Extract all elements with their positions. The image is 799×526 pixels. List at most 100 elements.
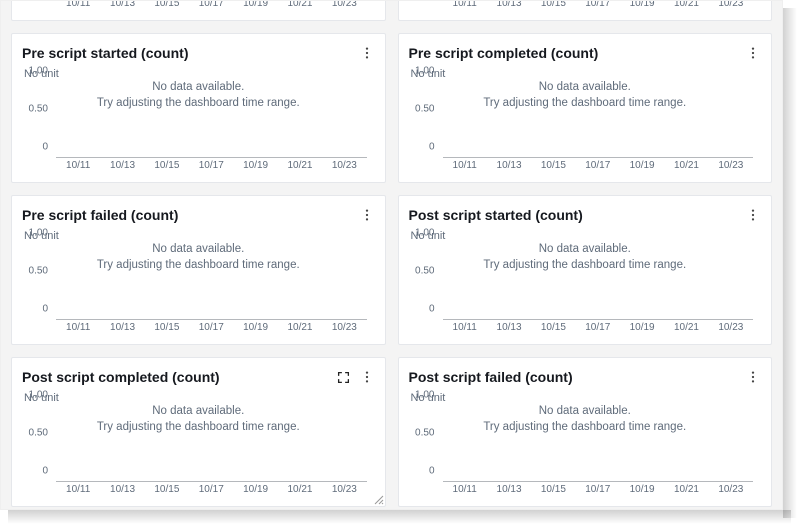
panel-header: Post script completed (count) (22, 366, 375, 388)
y-axis: 00.501.00 (22, 244, 52, 320)
x-tick: 10/19 (620, 160, 664, 176)
x-tick: 10/23 (709, 0, 753, 14)
dashboard-grid: No unitNo data available.Try adjusting t… (11, 0, 772, 510)
expand-icon[interactable] (337, 370, 351, 384)
unit-label: No unit (411, 230, 762, 242)
x-tick: 10/11 (443, 322, 487, 338)
x-tick: 10/17 (576, 160, 620, 176)
x-tick: 10/21 (664, 322, 708, 338)
resize-handle-icon[interactable] (372, 493, 384, 505)
y-tick: 1.00 (415, 390, 434, 401)
x-axis-line (56, 157, 367, 158)
panel-actions (745, 45, 761, 61)
chart-area: 00.501.0010/1110/1310/1510/1710/1910/211… (409, 406, 762, 500)
y-axis: 00.501.00 (22, 82, 52, 158)
x-axis: 10/1110/1310/1510/1710/1910/2110/23 (56, 160, 367, 176)
kebab-menu-icon[interactable] (745, 45, 761, 61)
y-tick: 0 (42, 142, 48, 153)
x-tick: 10/15 (145, 0, 189, 14)
x-tick: 10/11 (56, 0, 100, 14)
panel-header: Pre script completed (count) (409, 42, 762, 64)
panel-header: Pre script failed (count) (22, 204, 375, 226)
x-tick: 10/23 (322, 484, 366, 500)
panel-actions (337, 369, 375, 385)
y-tick: 0 (42, 304, 48, 315)
dashboard-container: No unitNo data available.Try adjusting t… (0, 0, 783, 510)
kebab-menu-icon[interactable] (359, 369, 375, 385)
x-tick: 10/13 (100, 484, 144, 500)
y-tick: 1.00 (415, 66, 434, 77)
x-axis: 10/1110/1310/1510/1710/1910/2110/23 (443, 484, 754, 500)
kebab-menu-icon[interactable] (745, 369, 761, 385)
x-tick: 10/11 (443, 0, 487, 14)
x-tick: 10/13 (487, 484, 531, 500)
chart-panel-pre-completed: Pre script completed (count)No unitNo da… (398, 33, 773, 183)
chart-panel-post-failed: Post script failed (count)No unitNo data… (398, 357, 773, 507)
x-tick: 10/17 (576, 0, 620, 14)
x-tick: 10/23 (709, 160, 753, 176)
x-axis-line (56, 481, 367, 482)
chart-area: 00.501.0010/1110/1310/1510/1710/1910/211… (22, 406, 375, 500)
chart-area: 00.501.0010/1110/1310/1510/1710/1910/211… (22, 244, 375, 338)
x-tick: 10/17 (576, 484, 620, 500)
x-axis-line (56, 319, 367, 320)
unit-label: No unit (24, 230, 375, 242)
x-tick: 10/23 (322, 160, 366, 176)
chart-panel-post-started: Post script started (count)No unitNo dat… (398, 195, 773, 345)
chart-area: 010/1110/1310/1510/1710/1910/2110/23 (22, 0, 375, 14)
chart-panel-pre-started: Pre script started (count)No unitNo data… (11, 33, 386, 183)
x-tick: 10/11 (56, 322, 100, 338)
chart-area: 00.501.0010/1110/1310/1510/1710/1910/211… (409, 244, 762, 338)
x-tick: 10/15 (531, 0, 575, 14)
x-axis-line (443, 481, 754, 482)
y-tick: 0.50 (415, 266, 434, 277)
x-axis-line (443, 319, 754, 320)
panel-title: Pre script started (count) (22, 45, 188, 61)
kebab-menu-icon[interactable] (745, 207, 761, 223)
chart-panel-partial-left: No unitNo data available.Try adjusting t… (11, 0, 386, 21)
x-tick: 10/23 (322, 322, 366, 338)
x-tick: 10/23 (322, 0, 366, 14)
x-tick: 10/13 (487, 160, 531, 176)
chart-panel-partial-right: No unitNo data available.Try adjusting t… (398, 0, 773, 21)
panel-title: Pre script completed (count) (409, 45, 599, 61)
kebab-menu-icon[interactable] (359, 207, 375, 223)
x-tick: 10/21 (278, 322, 322, 338)
x-axis: 10/1110/1310/1510/1710/1910/2110/23 (56, 484, 367, 500)
unit-label: No unit (24, 392, 375, 404)
panel-title: Pre script failed (count) (22, 207, 178, 223)
y-tick: 0.50 (415, 104, 434, 115)
plot-region (56, 406, 367, 482)
x-tick: 10/19 (620, 322, 664, 338)
x-tick: 10/23 (709, 484, 753, 500)
plot-region (56, 82, 367, 158)
plot-region (443, 82, 754, 158)
panel-title: Post script started (count) (409, 207, 583, 223)
chart-area: 00.501.0010/1110/1310/1510/1710/1910/211… (409, 82, 762, 176)
panel-title: Post script completed (count) (22, 369, 220, 385)
x-tick: 10/11 (56, 484, 100, 500)
x-tick: 10/13 (100, 322, 144, 338)
x-tick: 10/23 (709, 322, 753, 338)
x-tick: 10/17 (189, 322, 233, 338)
x-tick: 10/21 (278, 160, 322, 176)
x-axis: 10/1110/1310/1510/1710/1910/2110/23 (443, 322, 754, 338)
x-axis-line (443, 157, 754, 158)
x-tick: 10/21 (664, 484, 708, 500)
x-tick: 10/15 (145, 160, 189, 176)
unit-label: No unit (24, 68, 375, 80)
panel-actions (359, 207, 375, 223)
x-tick: 10/21 (278, 484, 322, 500)
y-tick: 1.00 (29, 390, 48, 401)
panel-title: Post script failed (count) (409, 369, 573, 385)
kebab-menu-icon[interactable] (359, 45, 375, 61)
x-tick: 10/13 (100, 0, 144, 14)
plot-region (56, 244, 367, 320)
x-tick: 10/19 (620, 0, 664, 14)
y-tick: 0.50 (29, 266, 48, 277)
panel-header: Post script failed (count) (409, 366, 762, 388)
y-tick: 0.50 (29, 428, 48, 439)
x-tick: 10/13 (100, 160, 144, 176)
x-tick: 10/15 (145, 322, 189, 338)
drop-shadow-right (783, 8, 797, 518)
